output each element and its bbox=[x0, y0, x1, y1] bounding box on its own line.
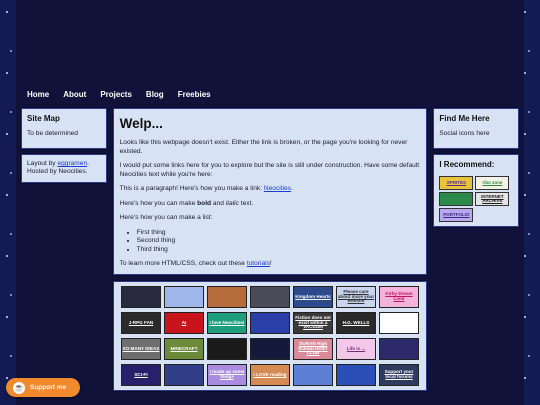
credits-box: Layout by eggramen. Hosted by Neocities. bbox=[21, 154, 107, 183]
sitemap-title: Site Map bbox=[27, 114, 60, 123]
paragraph-2: I would put some links here for you to e… bbox=[119, 162, 420, 178]
findme-box: Find Me Here Social icons here bbox=[433, 108, 519, 149]
site-button[interactable]: H.G. WELLS bbox=[335, 312, 376, 334]
sitemap-text: To be determined bbox=[27, 130, 78, 137]
credits-line-1: Layout by eggramen. bbox=[27, 160, 101, 168]
paragraph-1: Looks like this webpage doesn't exist. E… bbox=[119, 139, 408, 155]
credits-line-2: Hosted by Neocities. bbox=[27, 168, 88, 176]
main-column: Welp... Looks like this webpage doesn't … bbox=[112, 108, 428, 391]
site-button[interactable]: Fiction does not exist within a VACUUM bbox=[292, 312, 333, 334]
left-sidebar: Site Map To be determined Layout by eggr… bbox=[21, 108, 107, 391]
nav-blog[interactable]: Blog bbox=[146, 90, 164, 99]
main-content-box: Welp... Looks like this webpage doesn't … bbox=[112, 108, 428, 275]
support-me-button[interactable]: ☕ Support me bbox=[6, 378, 80, 397]
main-nav: Home About Projects Blog Freebies bbox=[16, 84, 524, 104]
bold-text: bold bbox=[197, 199, 212, 207]
findme-text: Social icons here bbox=[439, 130, 490, 137]
p6-pre: To learn more HTML/CSS, check out these bbox=[119, 259, 247, 267]
site-button[interactable]: I made up some things bbox=[206, 364, 247, 386]
site-button[interactable]: I love Neocities! bbox=[206, 312, 247, 334]
layout-author-link[interactable]: eggramen bbox=[57, 160, 87, 167]
recommend-title: I Recommend: bbox=[439, 160, 495, 169]
coffee-cup-icon: ☕ bbox=[13, 381, 25, 394]
nav-about[interactable]: About bbox=[63, 90, 86, 99]
site-button[interactable]: I LOVE reading bbox=[249, 364, 290, 386]
site-button[interactable] bbox=[335, 364, 376, 386]
site-button[interactable] bbox=[120, 286, 161, 308]
site-button[interactable] bbox=[163, 286, 204, 308]
recommend-box: I Recommend: SPRITES ribo zone INTERNET … bbox=[433, 154, 519, 227]
site-button[interactable] bbox=[249, 312, 290, 334]
site-button[interactable] bbox=[249, 286, 290, 308]
p3-pre: This is a paragraph! Here's how you make… bbox=[119, 185, 264, 193]
p6-post: ! bbox=[269, 259, 272, 267]
example-list: First thing Second thing Third thing bbox=[137, 229, 421, 253]
site-button[interactable]: Support your local forums bbox=[378, 364, 419, 386]
site-button[interactable] bbox=[378, 312, 419, 334]
site-button[interactable]: SCI-FI bbox=[120, 364, 161, 386]
content-layout: Site Map To be determined Layout by eggr… bbox=[16, 108, 524, 391]
paragraph-4: Here's how you can make bold and italic … bbox=[120, 200, 421, 209]
list-item: Second thing bbox=[137, 237, 421, 244]
site-button[interactable] bbox=[206, 286, 247, 308]
p3-post: . bbox=[290, 185, 293, 193]
tutorials-link[interactable]: tutorials bbox=[247, 260, 270, 267]
site-button[interactable]: OURAN High School HOST CLUB bbox=[292, 338, 333, 360]
p4-mid: and bbox=[211, 199, 226, 207]
site-button[interactable] bbox=[206, 338, 247, 360]
badge-internet-archive[interactable]: INTERNET ARCHIVE bbox=[475, 192, 510, 206]
buttons-box: Kingdom Hearts Please care about more you… bbox=[112, 281, 428, 391]
button-grid: Kingdom Hearts Please care about more you… bbox=[118, 286, 423, 386]
site-button[interactable]: SO MANY IDEAS bbox=[120, 338, 161, 360]
list-item: Third thing bbox=[137, 246, 421, 253]
support-label: Support me bbox=[30, 384, 67, 391]
paragraph-5: Here's how you can make a list: bbox=[119, 214, 213, 222]
badge-green[interactable] bbox=[439, 192, 474, 206]
right-sidebar: Find Me Here Social icons here I Recomme… bbox=[433, 108, 519, 391]
recommend-badges: SPRITES ribo zone INTERNET ARCHIVE PORTF… bbox=[439, 176, 510, 222]
site-button[interactable] bbox=[378, 338, 419, 360]
site-button[interactable] bbox=[249, 338, 290, 360]
site-button[interactable] bbox=[292, 364, 333, 386]
header-banner bbox=[16, 0, 524, 84]
badge-sprites[interactable]: SPRITES bbox=[439, 176, 474, 190]
credits-pre: Layout by bbox=[27, 160, 58, 167]
list-item: First thing bbox=[137, 229, 421, 236]
italic-text: italic bbox=[225, 199, 239, 207]
nav-home[interactable]: Home bbox=[27, 90, 49, 99]
nav-freebies[interactable]: Freebies bbox=[178, 90, 211, 99]
neocities-link[interactable]: Neocities bbox=[264, 185, 291, 192]
page-title: Welp... bbox=[119, 116, 163, 131]
credits-post: . bbox=[87, 160, 89, 167]
paragraph-6: To learn more HTML/CSS, check out these … bbox=[120, 260, 421, 269]
findme-title: Find Me Here bbox=[439, 114, 490, 123]
site-button[interactable]: J-RPG FAN bbox=[120, 312, 161, 334]
site-button[interactable]: Life is ... bbox=[335, 338, 376, 360]
site-button[interactable]: Please care about more your website bbox=[335, 286, 376, 308]
nav-projects[interactable]: Projects bbox=[100, 90, 132, 99]
site-button[interactable]: Kingdom Hearts bbox=[292, 286, 333, 308]
site-button[interactable]: MINECRAFT bbox=[163, 338, 204, 360]
sitemap-box: Site Map To be determined bbox=[21, 108, 107, 149]
p4-pre: Here's how you can make bbox=[119, 199, 198, 207]
p4-post: text. bbox=[238, 199, 254, 207]
badge-ribo-zone[interactable]: ribo zone bbox=[475, 176, 510, 190]
site-button[interactable] bbox=[163, 364, 204, 386]
badge-portfolio[interactable]: PORTFOLIO bbox=[439, 208, 474, 222]
site-button[interactable]: Kirby Dream Land bbox=[378, 286, 419, 308]
site-button[interactable]: AI bbox=[163, 312, 204, 334]
paragraph-3: This is a paragraph! Here's how you make… bbox=[120, 185, 421, 194]
page: Home About Projects Blog Freebies Site M… bbox=[16, 0, 524, 405]
